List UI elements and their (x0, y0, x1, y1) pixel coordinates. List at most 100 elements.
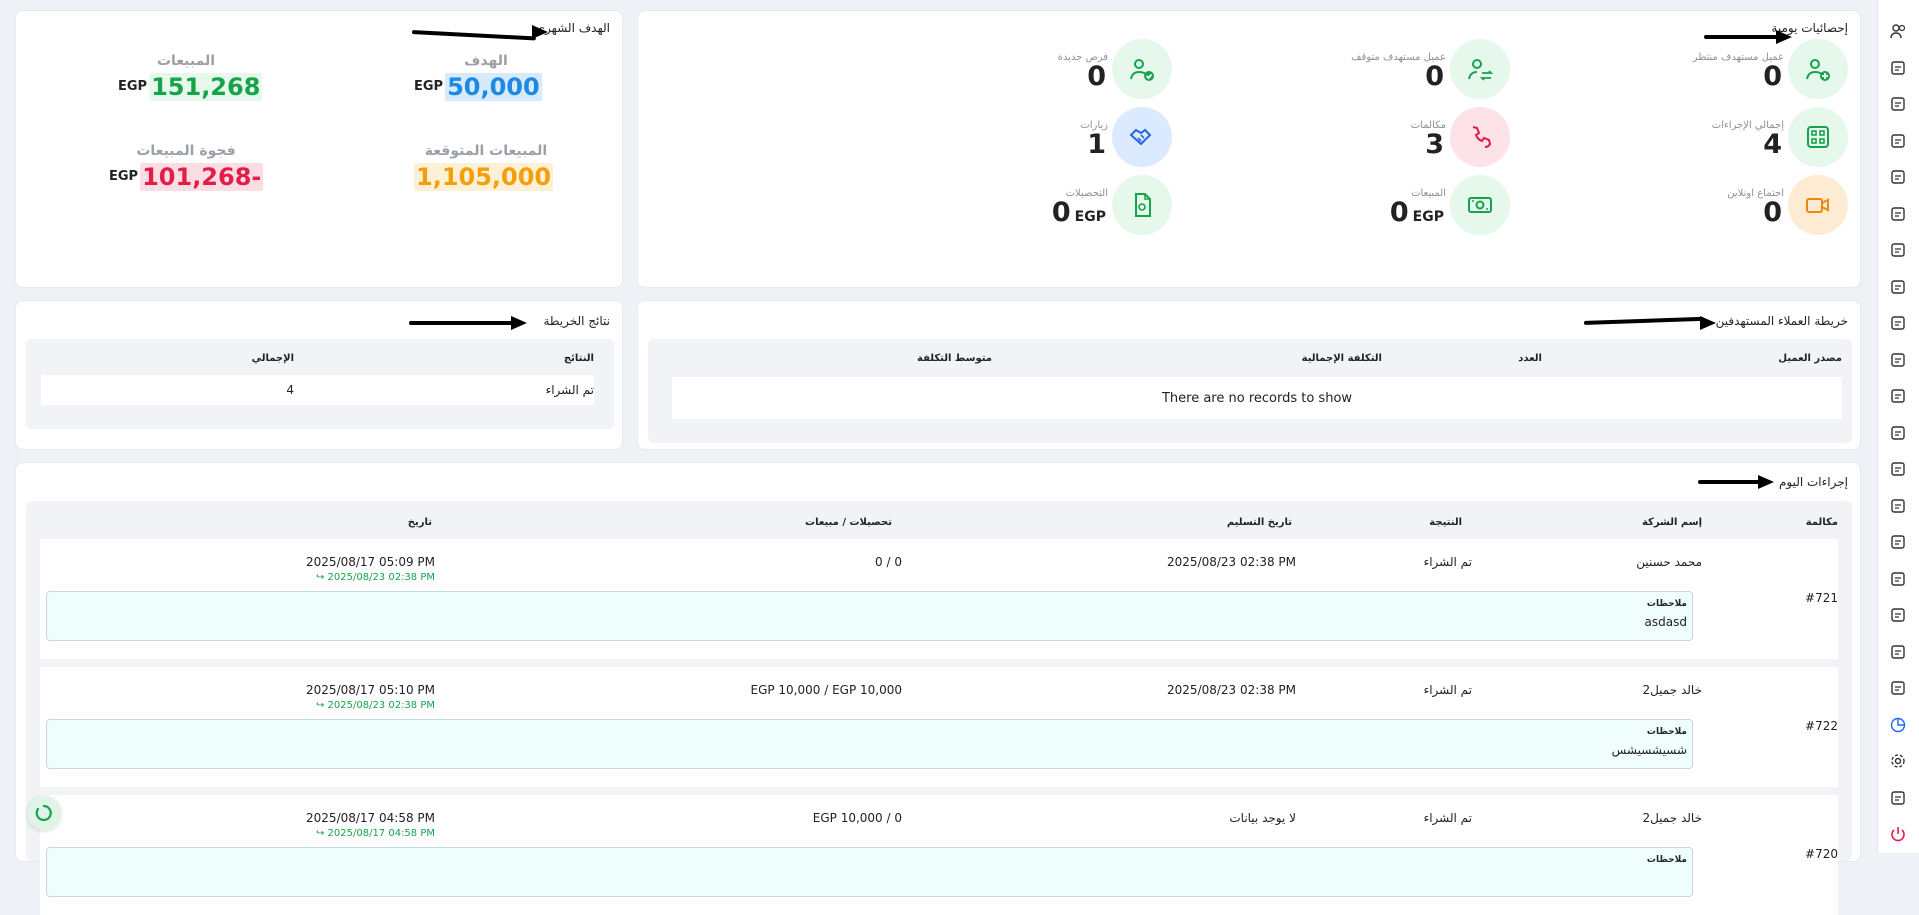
cell-date: 2025/08/17 05:09 PM (306, 555, 435, 569)
annotation-arrow (409, 316, 527, 330)
cell-delivery-date: 2025/08/23 02:38 PM (1167, 555, 1296, 569)
power-icon[interactable] (1889, 825, 1907, 843)
target-map-table: مصدر العميل العدد التكلفة الإجمالية متوس… (648, 339, 1852, 443)
empty-message: There are no records to show (1161, 391, 1353, 406)
invoice-icon[interactable] (1889, 460, 1907, 478)
loading-spinner[interactable] (27, 796, 61, 830)
file-chart-icon[interactable] (1889, 679, 1907, 697)
video-icon (1788, 175, 1848, 235)
notes-label: ملاحظات (1646, 727, 1687, 737)
stat-value: 0 (1425, 61, 1444, 92)
users-check-icon (1112, 39, 1172, 99)
notes-value: شسيشسيشس (1611, 743, 1687, 757)
cell-company: خالد جميل2 (1642, 683, 1702, 697)
window-icon[interactable] (1889, 789, 1907, 807)
phone-icon[interactable] (1889, 132, 1907, 150)
col-header[interactable]: النتائج (564, 353, 594, 364)
col-header[interactable]: تاريخ (408, 517, 432, 528)
cell-call-id[interactable]: #721 (1805, 591, 1838, 605)
goal-gap-value: EGP 101,268- (109, 163, 264, 191)
map-results-table: النتائج الإجمالي تم الشراء 4 (26, 339, 614, 429)
map-results-title: نتائج الخريطة (543, 314, 611, 328)
notes-value: asdasd (1644, 615, 1687, 629)
stat-value: 0 (1087, 61, 1106, 92)
col-header[interactable]: إسم الشركة (1642, 517, 1702, 528)
col-header[interactable]: النتيجة (1429, 517, 1462, 528)
annotation-arrow (411, 25, 548, 41)
col-header[interactable]: التكلفة الإجمالية (1302, 353, 1382, 364)
notes-box (46, 591, 1693, 641)
cell-result: تم الشراء (1423, 811, 1472, 825)
recycle-icon[interactable] (1889, 387, 1907, 405)
grid-icon (1788, 107, 1848, 167)
goal-sales-value: EGP 151,268 (118, 73, 263, 101)
telephone-icon[interactable] (1889, 205, 1907, 223)
notes-label: ملاحظات (1646, 855, 1687, 865)
document-icon[interactable] (1889, 59, 1907, 77)
annotation-arrow (1583, 316, 1716, 330)
today-actions-card: إجراءات اليوم مكالمة إسم الشركة النتيجة … (15, 462, 1861, 915)
cell-date-sub: ↪ 2025/08/23 02:38 PM (315, 700, 435, 711)
cell-amounts: EGP 10,000 / 0 (812, 811, 902, 825)
phone-icon (1450, 107, 1510, 167)
money-icon (1450, 175, 1510, 235)
cell-company: خالد جميل2 (1642, 811, 1702, 825)
warning-icon[interactable] (1889, 424, 1907, 442)
cell-delivery-date: لا يوجد بيانات (1229, 811, 1296, 825)
notes-box (46, 847, 1693, 897)
cell-amounts: 0 / 0 (875, 555, 902, 569)
cell-date-sub: ↪ 2025/08/17 04:58 PM (315, 828, 435, 839)
col-header[interactable]: مصدر العميل (1778, 353, 1842, 364)
goal-gap-label: فجوة المبيعات (136, 143, 236, 159)
goal-target-label: الهدف (464, 53, 508, 69)
user-lock-icon[interactable] (1889, 643, 1907, 661)
cell-call-id[interactable]: #722 (1805, 719, 1838, 733)
cell-date: 2025/08/17 05:10 PM (306, 683, 435, 697)
today-actions-title: إجراءات اليوم (1778, 475, 1848, 489)
users-icon[interactable] (1889, 22, 1907, 40)
cell-amounts: EGP 10,000 / EGP 10,000 (750, 683, 902, 697)
box-icon[interactable] (1889, 570, 1907, 588)
col-header[interactable]: العدد (1518, 353, 1542, 364)
target-icon[interactable] (1889, 168, 1907, 186)
users-swap-icon (1450, 39, 1510, 99)
stat-value: 1 (1087, 129, 1106, 160)
cell-result: تم الشراء (1423, 683, 1472, 697)
notes-box (46, 719, 1693, 769)
goal-target-value: EGP 50,000 (414, 73, 542, 101)
truck-icon[interactable] (1889, 533, 1907, 551)
col-header[interactable]: تاريخ التسليم (1227, 517, 1292, 528)
gear-icon[interactable] (1889, 752, 1907, 770)
chart-icon[interactable] (1889, 716, 1907, 734)
pen-icon[interactable] (1889, 497, 1907, 515)
notes-label: ملاحظات (1646, 599, 1687, 609)
col-header[interactable]: تحصيلات / مبيعات (805, 517, 892, 528)
stat-value: 0 (1763, 61, 1782, 92)
handshake-icon (1112, 107, 1172, 167)
stat-value: 0 (1763, 197, 1782, 228)
stat-value: 4 (1763, 129, 1782, 160)
people-group-icon[interactable] (1889, 278, 1907, 296)
user-plus-icon (1788, 39, 1848, 99)
stat-value: 0 EGP (1051, 197, 1106, 228)
user-icon[interactable] (1889, 606, 1907, 624)
cell-call-id[interactable]: #720 (1805, 847, 1838, 861)
car-icon[interactable] (1889, 241, 1907, 259)
sidebar (1877, 0, 1919, 853)
goal-expected-value: 1,105,000 (414, 163, 554, 191)
cell-delivery-date: 2025/08/23 02:38 PM (1167, 683, 1296, 697)
alert-icon[interactable] (1889, 351, 1907, 369)
cash-icon[interactable] (1889, 314, 1907, 332)
col-header[interactable]: مكالمة (1806, 517, 1838, 528)
cell-date-sub: ↪ 2025/08/23 02:38 PM (315, 572, 435, 583)
target-map-title: خريطة العملاء المستهدفين (1715, 314, 1848, 328)
daily-stats-card: إحصائيات يومية عميل مستهدف منتظر 0 عميل مس… (637, 10, 1861, 288)
today-actions-table: مكالمة إسم الشركة النتيجة تاريخ التسليم … (26, 501, 1852, 915)
cell-total: 4 (286, 383, 294, 397)
col-header[interactable]: الإجمالي (252, 353, 294, 364)
receipt-icon[interactable] (1889, 95, 1907, 113)
col-header[interactable]: متوسط التكلفة (917, 353, 992, 364)
table-row[interactable] (41, 375, 594, 405)
receipt-icon (1112, 175, 1172, 235)
stat-value: 3 (1425, 129, 1444, 160)
